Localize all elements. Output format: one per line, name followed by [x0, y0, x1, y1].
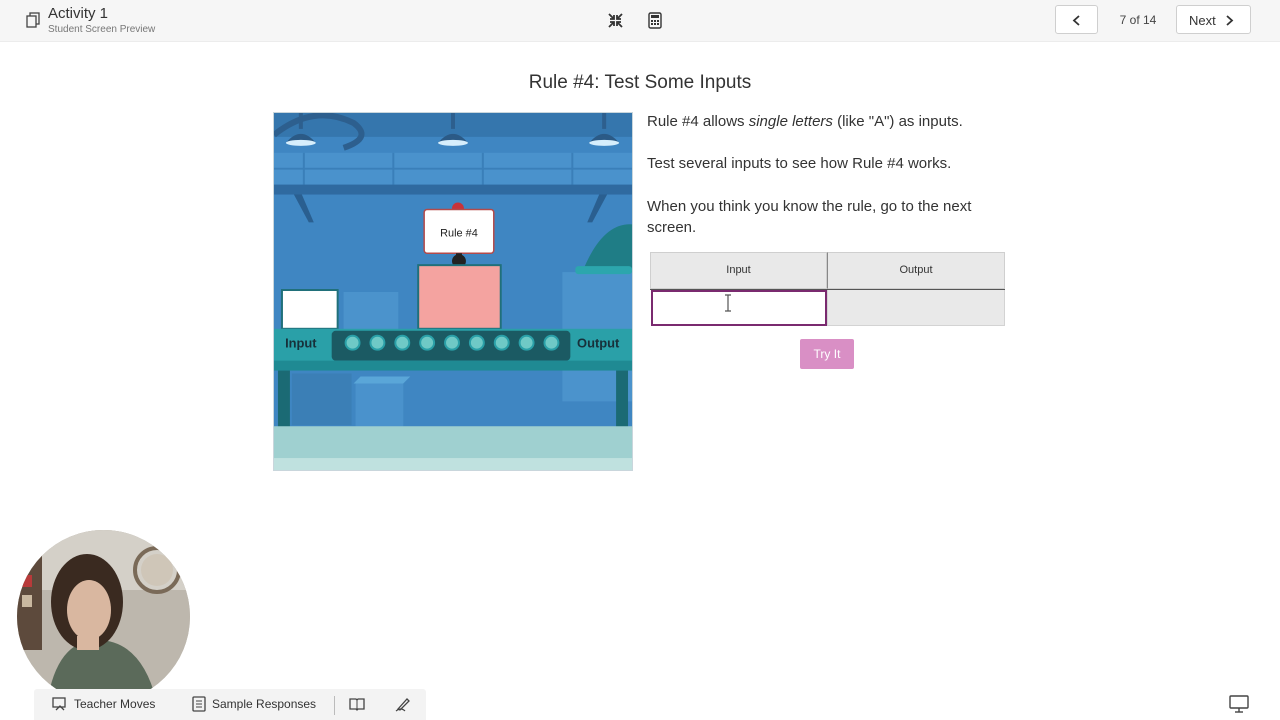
chevron-left-icon — [1072, 15, 1080, 26]
output-cell — [827, 290, 1005, 326]
calculator-icon[interactable] — [648, 12, 662, 29]
instruction-1-emphasis: single letters — [748, 113, 833, 130]
copy-icon[interactable] — [26, 12, 40, 28]
instruction-paragraph-1: Rule #4 allows single letters (like "A")… — [647, 111, 997, 132]
present-icon[interactable] — [1229, 695, 1249, 713]
teacher-moves-icon — [52, 697, 66, 711]
activity-title: Activity 1 — [48, 5, 109, 22]
next-button-label: Next — [1189, 13, 1216, 28]
sample-responses-button[interactable]: Sample Responses — [212, 697, 316, 711]
compress-icon[interactable] — [607, 12, 624, 29]
previous-button[interactable] — [1055, 5, 1098, 34]
instruction-paragraph-3: When you think you know the rule, go to … — [647, 198, 972, 236]
rule-machine-illustration: Rule #4 Input Output — [273, 112, 633, 471]
try-it-button[interactable]: Try It — [800, 339, 854, 369]
input-column-header: Input — [650, 252, 827, 289]
output-column-header: Output — [827, 252, 1005, 289]
instruction-1-end: (like "A") as inputs. — [832, 113, 963, 130]
rule-label: Rule #4 — [440, 227, 478, 239]
screen-title: Rule #4: Test Some Inputs — [528, 72, 752, 93]
chevron-right-icon — [1226, 15, 1234, 26]
toolbar-divider — [334, 696, 335, 715]
input-output-table: Input Output — [650, 252, 1005, 326]
activity-subtitle: Student Screen Preview — [48, 24, 156, 35]
top-bar: Activity 1 Student Screen Preview 7 of 1… — [0, 0, 1280, 42]
instruction-paragraph-2: Test several inputs to see how Rule #4 w… — [647, 155, 952, 172]
sample-responses-icon — [192, 696, 206, 712]
input-cell-field[interactable] — [651, 290, 827, 326]
webcam-video — [17, 530, 190, 703]
page-counter: 7 of 14 — [1119, 13, 1157, 27]
machine-input-label: Input — [285, 336, 317, 351]
teacher-moves-button[interactable]: Teacher Moves — [74, 697, 155, 711]
book-icon[interactable] — [349, 697, 365, 711]
pen-icon[interactable] — [395, 696, 411, 712]
instruction-1-start: Rule #4 allows — [647, 113, 749, 130]
bottom-toolbar: Teacher Moves Sample Responses — [34, 689, 426, 720]
next-button[interactable]: Next — [1176, 5, 1251, 34]
machine-output-label: Output — [577, 336, 620, 351]
